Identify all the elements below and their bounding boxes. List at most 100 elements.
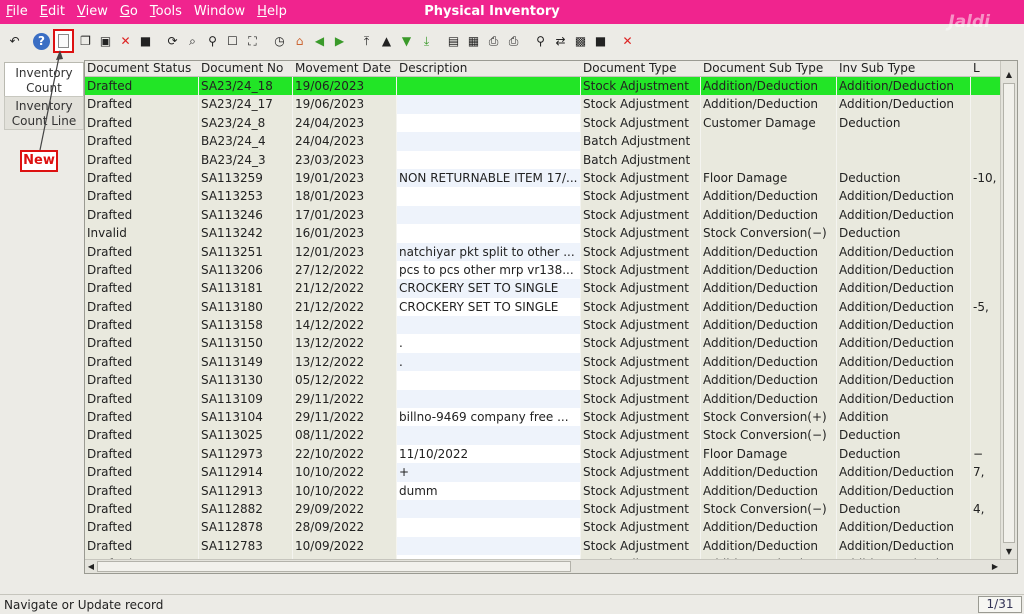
table-cell[interactable] (971, 242, 1001, 261)
table-cell[interactable]: Addition/Deduction (701, 297, 837, 317)
table-cell[interactable]: 7, (971, 463, 1001, 482)
menu-help[interactable]: Help (251, 0, 293, 24)
table-cell[interactable]: Drafted (85, 518, 199, 537)
table-cell[interactable]: 27/12/2022 (293, 260, 397, 280)
table-cell[interactable]: Addition/Deduction (701, 77, 837, 96)
table-cell[interactable] (701, 150, 837, 169)
table-cell[interactable]: 19/06/2023 (293, 77, 397, 96)
table-cell[interactable] (837, 150, 971, 169)
zoom-across-icon[interactable]: ⚲ (532, 33, 549, 50)
table-cell[interactable]: -10, (971, 168, 1001, 188)
attachment-icon[interactable]: ⚲ (204, 33, 221, 50)
table-cell[interactable]: Drafted (85, 260, 199, 280)
table-cell[interactable]: Addition/Deduction (701, 518, 837, 537)
table-row[interactable]: Drafted SA113130 05/12/2022 Stock Adjustmen… (85, 371, 1001, 390)
table-cell[interactable]: Drafted (85, 150, 199, 169)
table-cell[interactable]: Drafted (85, 536, 199, 556)
table-cell[interactable] (971, 279, 1001, 298)
table-cell[interactable] (971, 426, 1001, 445)
table-cell[interactable]: SA113180 (199, 297, 293, 317)
table-cell[interactable]: + (397, 463, 581, 482)
table-row[interactable]: Drafted SA113259 19/01/2023 NON RETURNABLE … (85, 168, 1001, 188)
table-cell[interactable]: SA113242 (199, 224, 293, 243)
table-cell[interactable]: Drafted (85, 187, 199, 206)
table-cell[interactable]: Addition/Deduction (701, 260, 837, 280)
table-cell[interactable]: Addition/Deduction (701, 389, 837, 409)
table-cell[interactable]: 10/10/2022 (293, 463, 397, 482)
table-cell[interactable]: Stock Adjustment (581, 463, 701, 482)
table-cell[interactable]: Addition/Deduction (701, 536, 837, 556)
table-cell[interactable]: Addition/Deduction (837, 352, 971, 372)
table-cell[interactable]: Stock Conversion(−) (701, 426, 837, 445)
print-preview-icon[interactable]: ⎙ (485, 33, 502, 50)
save-disk-icon[interactable]: ■ (137, 33, 154, 50)
table-cell[interactable]: Drafted (85, 426, 199, 445)
table-cell[interactable]: Addition/Deduction (701, 95, 837, 114)
table-cell[interactable] (971, 95, 1001, 114)
table-cell[interactable]: 16/01/2023 (293, 224, 397, 243)
table-cell[interactable]: 29/11/2022 (293, 389, 397, 409)
table-cell[interactable]: Stock Conversion(+) (701, 408, 837, 427)
table-cell[interactable]: Drafted (85, 499, 199, 519)
table-row[interactable]: Drafted SA23/24_18 19/06/2023 Stock Adjustm… (85, 77, 1001, 96)
table-cell[interactable]: SA112914 (199, 463, 293, 482)
table-cell[interactable]: 13/12/2022 (293, 334, 397, 353)
table-cell[interactable]: Drafted (85, 77, 199, 96)
table-cell[interactable]: − (971, 444, 1001, 464)
table-cell[interactable]: Drafted (85, 168, 199, 188)
table-cell[interactable]: 24/04/2023 (293, 113, 397, 133)
table-cell[interactable]: SA112882 (199, 499, 293, 519)
table-cell[interactable]: Drafted (85, 334, 199, 353)
table-cell[interactable]: Drafted (85, 408, 199, 427)
table-row[interactable]: Invalid SA113242 16/01/2023 Stock Adjustmen… (85, 224, 1001, 243)
table-cell[interactable]: Deduction (837, 113, 971, 133)
scroll-thumb[interactable] (97, 561, 571, 572)
table-cell[interactable] (397, 95, 581, 114)
table-cell[interactable]: Stock Adjustment (581, 77, 701, 96)
table-cell[interactable]: Addition/Deduction (837, 316, 971, 335)
table-cell[interactable] (971, 334, 1001, 353)
table-row[interactable]: Drafted SA113150 13/12/2022. Stock Adjustme… (85, 334, 1001, 353)
table-cell[interactable]: Stock Adjustment (581, 205, 701, 225)
table-cell[interactable] (971, 150, 1001, 169)
table-cell[interactable] (397, 389, 581, 409)
workflow-icon[interactable]: ⇄ (552, 33, 569, 50)
table-cell[interactable]: SA113150 (199, 334, 293, 353)
table-cell[interactable]: Batch Adjustment (581, 132, 701, 151)
table-row[interactable]: Drafted SA113206 27/12/2022 pcs to pcs othe… (85, 260, 1001, 280)
table-cell[interactable] (971, 77, 1001, 96)
table-row[interactable]: Drafted BA23/24_4 24/04/2023 Batch Adjustme… (85, 132, 1001, 151)
table-cell[interactable] (397, 518, 581, 537)
table-cell[interactable]: Drafted (85, 352, 199, 372)
table-cell[interactable]: Floor Damage (701, 168, 837, 188)
table-cell[interactable] (397, 132, 581, 151)
table-cell[interactable]: SA113025 (199, 426, 293, 445)
menu-file[interactable]: File (0, 0, 34, 24)
table-cell[interactable]: SA113130 (199, 371, 293, 390)
table-cell[interactable] (971, 389, 1001, 409)
table-cell[interactable]: 4, (971, 499, 1001, 519)
table-cell[interactable]: 17/01/2023 (293, 205, 397, 225)
table-cell[interactable]: 14/12/2022 (293, 316, 397, 335)
table-row[interactable]: Drafted SA113246 17/01/2023 Stock Adjustmen… (85, 205, 1001, 225)
previous-record-icon[interactable]: ▲ (378, 33, 395, 50)
table-cell[interactable] (397, 150, 581, 169)
table-cell[interactable]: Addition/Deduction (837, 481, 971, 500)
table-cell[interactable]: 12/01/2023 (293, 242, 397, 261)
first-record-icon[interactable]: ⤒ (358, 33, 375, 50)
table-cell[interactable]: SA23/24_18 (199, 77, 293, 96)
table-cell[interactable]: Addition/Deduction (701, 481, 837, 500)
table-row[interactable]: Drafted SA112783 10/09/2022 Stock Adjustmen… (85, 536, 1001, 556)
table-cell[interactable]: SA113253 (199, 187, 293, 206)
table-cell[interactable]: Addition/Deduction (701, 187, 837, 206)
table-cell[interactable]: Deduction (837, 168, 971, 188)
menu-go[interactable]: Go (114, 0, 144, 24)
table-cell[interactable]: SA112783 (199, 536, 293, 556)
table-cell[interactable]: Stock Adjustment (581, 224, 701, 243)
table-cell[interactable] (971, 371, 1001, 390)
table-cell[interactable] (971, 205, 1001, 225)
table-cell[interactable]: Addition/Deduction (837, 371, 971, 390)
table-cell[interactable]: 22/10/2022 (293, 444, 397, 464)
horizontal-scrollbar[interactable]: ◀ ▶ (85, 559, 1017, 573)
table-cell[interactable]: Drafted (85, 444, 199, 464)
